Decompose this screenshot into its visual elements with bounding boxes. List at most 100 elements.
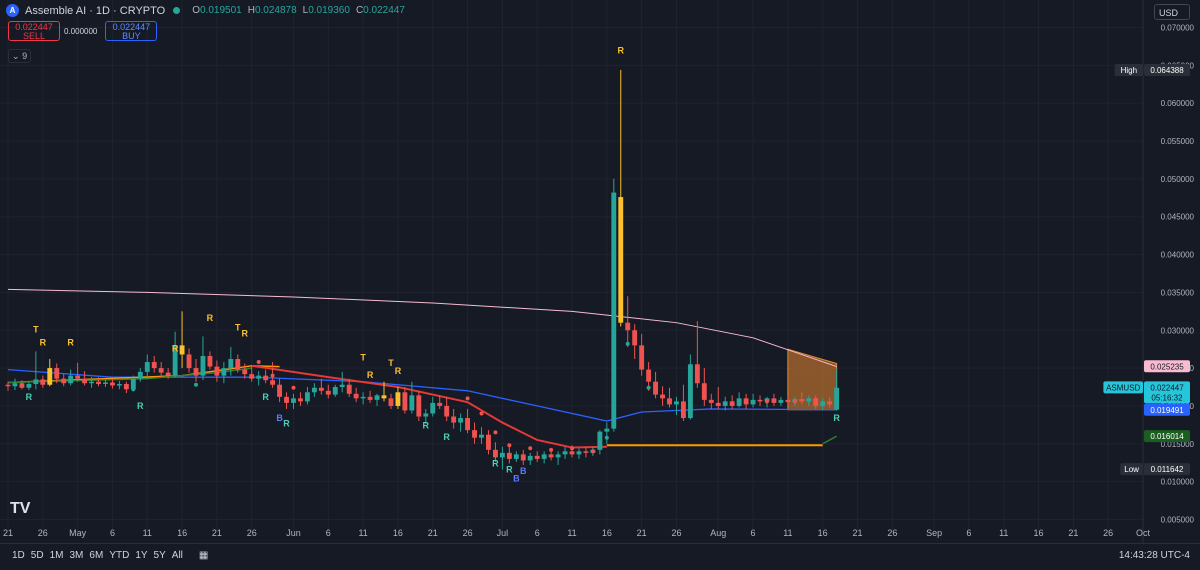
- x-tick-label: 16: [1034, 528, 1044, 538]
- candle-body: [736, 398, 742, 406]
- signal-label: R: [443, 432, 450, 442]
- signal-label: R: [506, 465, 513, 475]
- candle-body: [116, 383, 122, 386]
- candle-body: [353, 393, 359, 399]
- range-button-5y[interactable]: 5Y: [154, 550, 166, 561]
- candle-body: [513, 454, 519, 459]
- x-tick-label: 21: [3, 528, 13, 538]
- range-selector: 1D 5D 1M 3M 6M YTD 1Y 5Y All ▦: [12, 550, 208, 561]
- range-button-3m[interactable]: 3M: [70, 550, 84, 561]
- signal-label: R: [283, 418, 290, 428]
- x-tick-label: 16: [177, 528, 187, 538]
- symbol-title[interactable]: Assemble AI · 1D · CRYPTO: [25, 5, 165, 17]
- signal-dot: [813, 397, 818, 402]
- sell-button[interactable]: 0.022447 SELL: [8, 21, 60, 41]
- candle-body: [743, 398, 749, 405]
- range-button-1y[interactable]: 1Y: [135, 550, 147, 561]
- signal-dot: [764, 399, 769, 404]
- candle-body: [304, 392, 310, 402]
- candle-body: [694, 364, 700, 384]
- price-label-value: 0.025235: [1150, 362, 1184, 371]
- candle-body: [395, 392, 401, 406]
- candle-body: [54, 368, 60, 379]
- buy-button[interactable]: 0.022447 BUY: [105, 21, 158, 41]
- candle-body: [5, 384, 11, 387]
- indicators-toggle-button[interactable]: ⌄ 9: [8, 49, 32, 63]
- currency-select[interactable]: USD: [1154, 4, 1190, 20]
- range-button-1m[interactable]: 1M: [50, 550, 64, 561]
- candle-body: [680, 401, 686, 419]
- x-tick-label: 21: [853, 528, 863, 538]
- price-label-value: 0.019491: [1150, 406, 1184, 415]
- signal-dot: [688, 369, 693, 374]
- candle-body: [277, 384, 283, 397]
- signal-label: R: [207, 313, 214, 323]
- range-button-6m[interactable]: 6M: [89, 550, 103, 561]
- signal-label: R: [172, 343, 179, 353]
- candle-body: [207, 355, 213, 367]
- x-tick-label: 26: [463, 528, 473, 538]
- price-label-value: 0.064388: [1150, 66, 1184, 75]
- candle-body: [715, 402, 721, 406]
- signal-label: R: [241, 328, 248, 338]
- candle-body: [123, 383, 129, 390]
- candle-body: [144, 362, 150, 372]
- price-label-prefix: High: [1121, 66, 1137, 75]
- candle-body: [486, 434, 491, 450]
- x-tick-label: 21: [428, 528, 438, 538]
- price-label-value: 0.016014: [1150, 432, 1184, 441]
- signal-dot: [270, 373, 275, 378]
- signal-dot: [256, 360, 261, 365]
- signal-label: T: [388, 358, 394, 368]
- chevron-down-icon: ⌄: [12, 51, 20, 61]
- candle-body: [632, 330, 638, 346]
- candle-body: [158, 368, 164, 373]
- candle-body: [785, 399, 791, 403]
- range-button-all[interactable]: All: [172, 550, 183, 561]
- candle-body: [834, 387, 840, 410]
- candle-body: [249, 374, 255, 379]
- indicator-line: [7, 288, 837, 368]
- candle-body: [527, 455, 533, 461]
- ohlc-values: O0.019501 H0.024878 L0.019360 C0.022447: [192, 5, 405, 16]
- signal-dot: [625, 341, 630, 346]
- candle-body: [179, 345, 185, 355]
- x-tick-label: 11: [143, 528, 152, 538]
- x-tick-label: 21: [212, 528, 222, 538]
- indicator-line: [822, 435, 837, 445]
- x-tick-label: 21: [1068, 528, 1078, 538]
- signal-dot: [792, 399, 797, 404]
- x-tick-label: Jul: [497, 528, 509, 538]
- candle-body: [499, 452, 505, 458]
- date-range-calendar-icon[interactable]: ▦: [199, 550, 208, 561]
- range-button-ytd[interactable]: YTD: [109, 550, 129, 561]
- x-tick-label: 11: [783, 528, 792, 538]
- range-button-1d[interactable]: 1D: [12, 550, 25, 561]
- candle-body: [402, 392, 408, 411]
- candle-body: [534, 455, 540, 459]
- signal-dot: [549, 447, 554, 452]
- signal-label: R: [423, 421, 430, 431]
- candle-body: [409, 395, 415, 411]
- candle-body: [479, 434, 484, 438]
- signal-label: R: [618, 45, 625, 55]
- candle-body: [569, 451, 575, 455]
- candle-body: [75, 375, 81, 379]
- market-open-dot-icon: [173, 7, 181, 14]
- x-tick-label: 6: [326, 528, 331, 538]
- x-tick-label: 16: [393, 528, 403, 538]
- candle-body: [325, 390, 331, 395]
- candle-body: [374, 395, 380, 400]
- chart-header: A Assemble AI · 1D · CRYPTO O0.019501 H0…: [6, 4, 405, 17]
- clock[interactable]: 14:43:28 UTC-4: [1119, 550, 1190, 561]
- price-chart[interactable]: 0.0700000.0650000.0600000.0550000.050000…: [0, 0, 1200, 569]
- sell-label: SELL: [22, 31, 46, 41]
- signal-label: B: [520, 466, 527, 476]
- range-button-5d[interactable]: 5D: [31, 550, 44, 561]
- x-tick-label: 16: [602, 528, 612, 538]
- y-tick-label: 0.055000: [1161, 137, 1195, 146]
- candle-body: [618, 197, 624, 323]
- y-tick-label: 0.030000: [1161, 326, 1195, 335]
- candle-body: [611, 192, 617, 429]
- candle-body: [653, 381, 659, 395]
